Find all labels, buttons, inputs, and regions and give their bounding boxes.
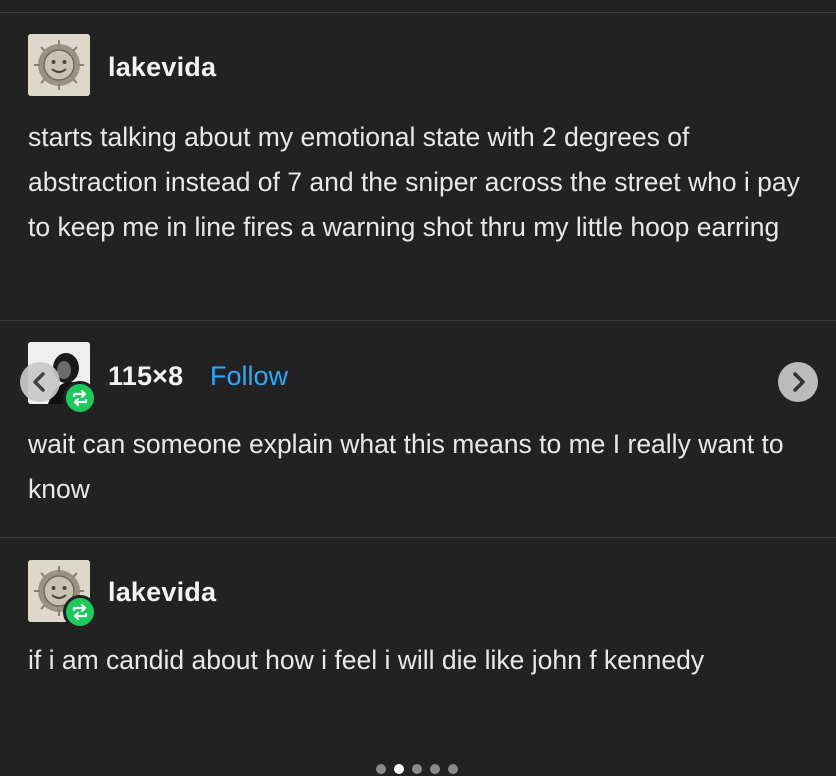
post-3-username[interactable]: lakevida — [108, 577, 216, 608]
post-2-username[interactable]: 115×8 — [108, 361, 183, 392]
chevron-left-icon — [33, 372, 45, 392]
post-1-text: starts talking about my emotional state … — [28, 122, 800, 242]
post-1-username[interactable]: lakevida — [108, 52, 216, 83]
pagination-dot-active[interactable] — [394, 764, 404, 774]
reblog-icon — [72, 603, 88, 621]
pagination-dot[interactable] — [376, 764, 386, 774]
post-divider — [0, 537, 836, 538]
reblog-badge — [63, 595, 97, 629]
pagination-dot[interactable] — [448, 764, 458, 774]
carousel-next-button[interactable] — [778, 362, 818, 402]
reblog-badge — [63, 381, 97, 415]
post-2-text: wait can someone explain what this means… — [28, 429, 784, 504]
pagination-dot[interactable] — [412, 764, 422, 774]
post-divider — [0, 320, 836, 321]
carousel-prev-button[interactable] — [20, 362, 60, 402]
smiling-sun-icon — [28, 34, 90, 96]
reblog-icon — [72, 389, 88, 407]
top-divider — [0, 12, 836, 13]
post-3-text: if i am candid about how i feel i will d… — [28, 645, 705, 675]
follow-button[interactable]: Follow — [210, 361, 288, 392]
pagination-dot[interactable] — [430, 764, 440, 774]
chevron-right-icon — [793, 372, 805, 392]
avatar-lakevida[interactable] — [28, 34, 90, 96]
